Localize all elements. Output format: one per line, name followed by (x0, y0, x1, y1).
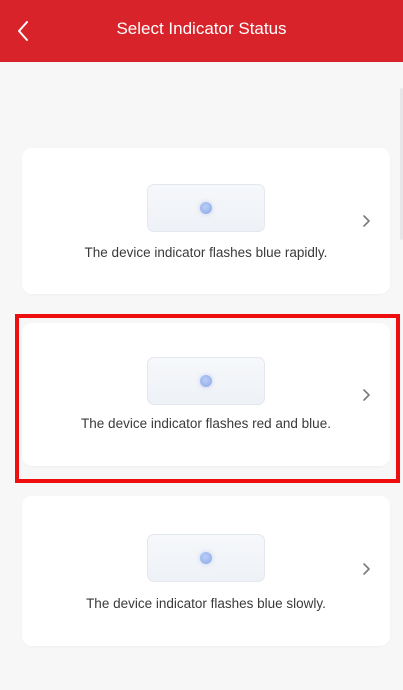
indicator-preview (147, 357, 265, 405)
header-bar: Select Indicator Status (0, 0, 403, 62)
option-card-blue-rapidly[interactable]: The device indicator flashes blue rapidl… (22, 148, 390, 294)
option-label: The device indicator flashes red and blu… (81, 416, 331, 431)
chevron-right-icon (363, 563, 370, 575)
option-label: The device indicator flashes blue rapidl… (84, 245, 328, 260)
indicator-light-icon (200, 375, 212, 387)
page-title: Select Indicator Status (116, 19, 287, 38)
chevron-right-icon (363, 389, 370, 401)
option-card-red-and-blue[interactable]: The device indicator flashes red and blu… (22, 323, 390, 466)
indicator-light-icon (200, 202, 212, 214)
option-card-blue-slowly[interactable]: The device indicator flashes blue slowly… (22, 496, 390, 646)
chevron-right-icon (363, 215, 370, 227)
indicator-preview (147, 184, 265, 232)
indicator-preview (147, 534, 265, 582)
option-label: The device indicator flashes blue slowly… (86, 596, 326, 611)
indicator-light-icon (200, 552, 212, 564)
